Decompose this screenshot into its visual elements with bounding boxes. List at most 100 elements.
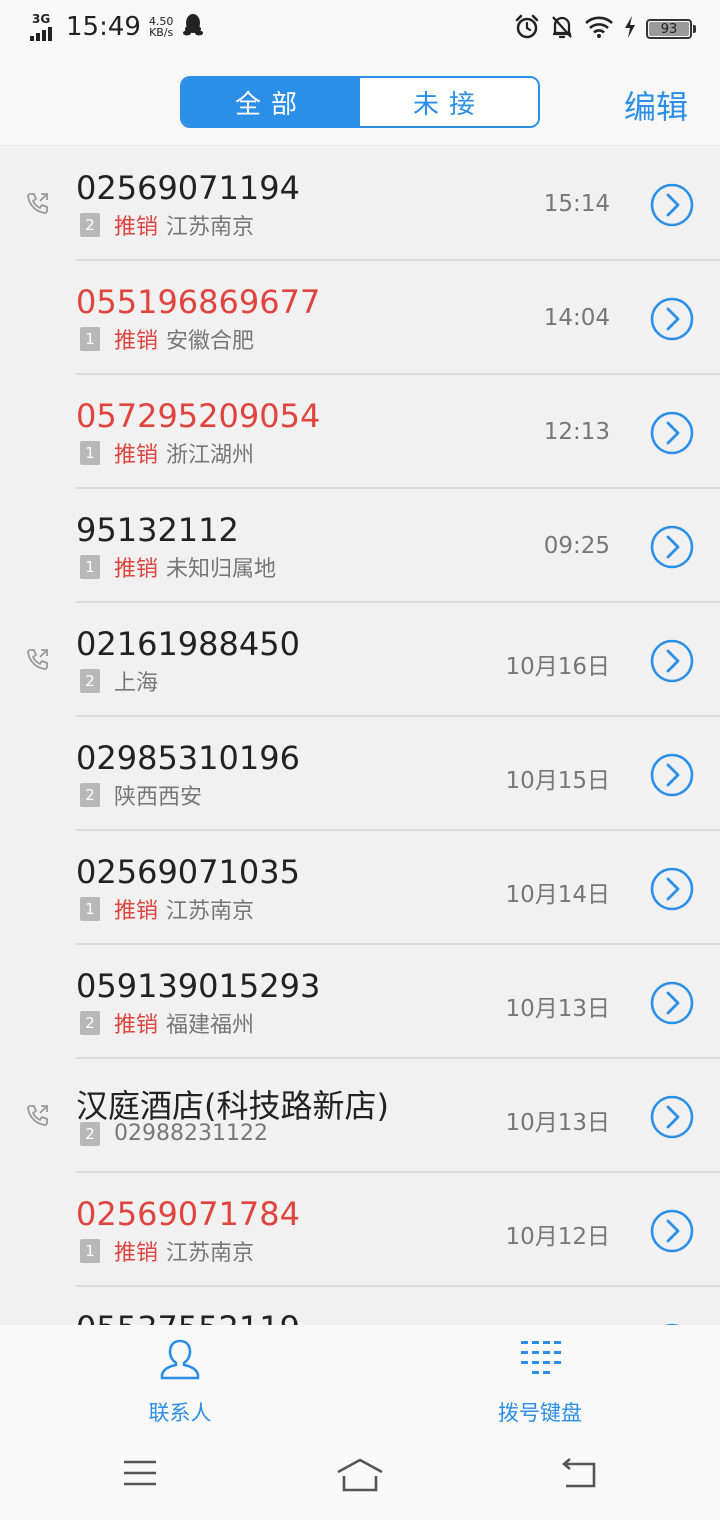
- sim-badge: 2: [80, 213, 100, 237]
- phone-outgoing-icon: [26, 1103, 50, 1131]
- battery-tip: [693, 25, 696, 33]
- status-time: 15:49: [66, 12, 141, 42]
- caller-name: 02161988450: [76, 625, 300, 663]
- chevron-right-circle-icon[interactable]: [650, 867, 694, 915]
- sim-badge: 1: [80, 897, 100, 921]
- call-log-row[interactable]: 02985310196 2 陕西西安 10月15日: [0, 717, 720, 831]
- chevron-right-circle-icon[interactable]: [650, 639, 694, 687]
- status-bar: 3G 15:49 4.50 KB/s 93: [0, 0, 720, 56]
- call-log-row[interactable]: 05537552119: [0, 1287, 720, 1325]
- caller-name: 057295209054: [76, 397, 321, 435]
- filter-tabs: 全部 未接: [180, 76, 540, 128]
- spam-tag: 推销: [114, 1013, 159, 1038]
- call-details: 2 推销 福建福州: [80, 1007, 254, 1039]
- caller-name: 055196869677: [76, 283, 321, 321]
- call-log-row[interactable]: 02569071194 2 推销 江苏南京 15:14: [0, 147, 720, 261]
- sim-badge: 2: [80, 1121, 100, 1146]
- caller-name: 02569071035: [76, 853, 300, 891]
- call-log-row[interactable]: 057295209054 1 推销 浙江湖州 12:13: [0, 375, 720, 489]
- mute-bell-icon: [550, 14, 574, 44]
- chevron-right-circle-icon[interactable]: [650, 981, 694, 1029]
- battery-level: 93: [649, 22, 689, 37]
- tab-missed[interactable]: 未接: [360, 78, 538, 126]
- call-details: 2 上海: [80, 665, 158, 697]
- call-location: 上海: [114, 671, 159, 696]
- chevron-right-circle-icon[interactable]: [650, 297, 694, 345]
- dialpad-icon: [518, 1341, 562, 1385]
- bottom-nav: 联系人 拨号键盘: [0, 1325, 720, 1430]
- chevron-right-circle-icon[interactable]: [650, 525, 694, 573]
- call-details: 1 推销 安徽合肥: [80, 323, 254, 355]
- call-time: 10月13日: [505, 1110, 610, 1136]
- call-log-row[interactable]: 02161988450 2 上海 10月16日: [0, 603, 720, 717]
- call-location: 陕西西安: [114, 785, 203, 810]
- signal-icon: [30, 27, 52, 41]
- call-details: 2 02988231122: [80, 1121, 268, 1146]
- spam-tag: 推销: [114, 899, 159, 924]
- call-time: 09:25: [543, 533, 610, 559]
- tab-all[interactable]: 全部: [182, 78, 360, 126]
- call-details: 1 推销 未知归属地: [80, 551, 276, 583]
- call-time: 14:04: [543, 305, 610, 331]
- call-log-row[interactable]: 02569071035 1 推销 江苏南京 10月14日: [0, 831, 720, 945]
- call-location: 江苏南京: [166, 215, 255, 240]
- call-location: 江苏南京: [166, 899, 255, 924]
- call-location: 福建福州: [166, 1013, 255, 1038]
- contacts-label: 联系人: [148, 1401, 212, 1425]
- call-details: 2 陕西西安: [80, 779, 202, 811]
- phone-outgoing-icon: [26, 647, 50, 675]
- menu-icon[interactable]: [122, 1458, 158, 1492]
- network-type: 3G: [32, 12, 51, 26]
- edit-button[interactable]: 编辑: [624, 82, 688, 128]
- status-right: 93: [514, 14, 696, 44]
- sim-badge: 1: [80, 327, 100, 351]
- home-icon[interactable]: [336, 1458, 384, 1496]
- call-log-row[interactable]: 059139015293 2 推销 福建福州 10月13日: [0, 945, 720, 1059]
- call-log-row[interactable]: 055196869677 1 推销 安徽合肥 14:04: [0, 261, 720, 375]
- call-log-row[interactable]: 汉庭酒店(科技路新店) 2 02988231122 10月13日: [0, 1059, 720, 1173]
- call-details: 1 推销 浙江湖州: [80, 437, 254, 469]
- call-log-list[interactable]: 02569071194 2 推销 江苏南京 15:14 055196869677 1 推销 安徽…: [0, 147, 720, 1325]
- sim-badge: 1: [80, 1239, 100, 1263]
- battery-indicator: 93: [646, 19, 696, 39]
- call-location: 江苏南京: [166, 1241, 255, 1266]
- spam-tag: 推销: [114, 215, 159, 240]
- call-time: 10月14日: [505, 882, 610, 908]
- person-icon: [158, 1339, 202, 1385]
- caller-name: 059139015293: [76, 967, 321, 1005]
- call-location: 安徽合肥: [166, 329, 255, 354]
- network-speed: 4.50 KB/s: [149, 16, 174, 38]
- sim-badge: 2: [80, 669, 100, 693]
- sim-badge: 1: [80, 441, 100, 465]
- dialpad-nav-button[interactable]: 拨号键盘: [460, 1337, 620, 1427]
- call-log-row[interactable]: 02569071784 1 推销 江苏南京 10月12日: [0, 1173, 720, 1287]
- call-log-row[interactable]: 95132112 1 推销 未知归属地 09:25: [0, 489, 720, 603]
- caller-name: 95132112: [76, 511, 239, 549]
- contacts-nav-button[interactable]: 联系人: [100, 1337, 260, 1427]
- call-location: 02988231122: [114, 1121, 268, 1146]
- back-icon[interactable]: [560, 1458, 598, 1494]
- spam-tag: 推销: [114, 1241, 159, 1266]
- spam-tag: 推销: [114, 557, 159, 582]
- call-location: 浙江湖州: [166, 443, 255, 468]
- chevron-right-circle-icon[interactable]: [650, 411, 694, 459]
- chevron-right-circle-icon[interactable]: [650, 1095, 694, 1143]
- sim-badge: 2: [80, 1011, 100, 1035]
- call-time: 10月13日: [505, 996, 610, 1022]
- wifi-icon: [584, 15, 614, 43]
- sim-badge: 2: [80, 783, 100, 807]
- call-time: 12:13: [543, 419, 610, 445]
- network-indicator: 3G: [30, 13, 58, 41]
- system-nav-bar: [0, 1430, 720, 1520]
- sim-badge: 1: [80, 555, 100, 579]
- chevron-right-circle-icon[interactable]: [650, 183, 694, 231]
- status-left: 3G 15:49 4.50 KB/s: [30, 12, 204, 42]
- chevron-right-circle-icon[interactable]: [650, 753, 694, 801]
- phone-outgoing-icon: [26, 191, 50, 219]
- caller-name: 02985310196: [76, 739, 300, 777]
- chevron-right-circle-icon[interactable]: [650, 1209, 694, 1257]
- dialpad-label: 拨号键盘: [498, 1401, 582, 1425]
- spam-tag: 推销: [114, 443, 159, 468]
- call-details: 1 推销 江苏南京: [80, 1235, 254, 1267]
- caller-name: 05537552119: [76, 1309, 300, 1325]
